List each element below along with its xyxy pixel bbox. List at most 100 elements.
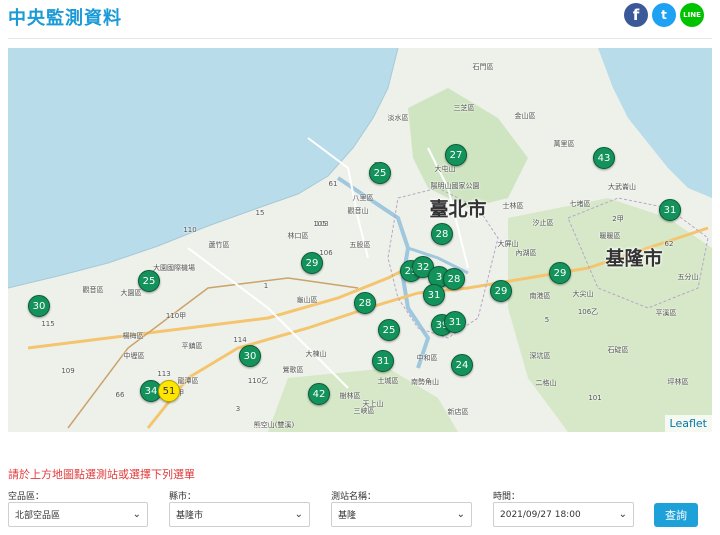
title-divider <box>8 38 712 39</box>
station-marker[interactable]: 43 <box>593 147 615 169</box>
district-label: 龍潭區 <box>177 377 199 385</box>
time-label: 時間： <box>493 492 521 502</box>
district-label: 楊梅區 <box>122 332 144 340</box>
station-marker[interactable]: 25 <box>138 270 160 292</box>
station-label: 測站名稱： <box>331 492 377 502</box>
district-label: 土城區 <box>377 377 399 385</box>
district-label: 大園區 <box>120 289 142 297</box>
page-title: 中央監測資料 <box>8 8 122 29</box>
city-label: 縣市： <box>169 492 197 502</box>
route-label: 5 <box>544 316 550 324</box>
station-select-value: 基隆 <box>338 511 357 521</box>
station-marker[interactable]: 29 <box>549 262 571 284</box>
district-label: 萬里區 <box>553 140 575 148</box>
station-marker[interactable]: 29 <box>301 252 323 274</box>
station-marker[interactable]: 30 <box>28 295 50 317</box>
instruction-text: 請於上方地圖點選測站或選擇下列選單 <box>8 468 195 481</box>
district-label: 南港區 <box>529 292 551 300</box>
station-marker[interactable]: 42 <box>308 383 330 405</box>
station-marker[interactable]: 27 <box>445 144 467 166</box>
district-label: 八里區 <box>352 194 374 202</box>
route-label: 2甲 <box>612 215 624 223</box>
route-label: 110乙 <box>247 377 269 385</box>
twitter-share-icon[interactable]: t <box>652 3 676 27</box>
route-label: 109 <box>61 367 75 375</box>
district-label: 內湖區 <box>515 249 537 257</box>
district-label: 觀音區 <box>82 286 104 294</box>
chevron-down-icon: ⌄ <box>132 509 141 520</box>
district-label: 蘆竹區 <box>208 241 230 249</box>
district-label: 石門區 <box>472 63 494 71</box>
district-label: 中和區 <box>416 354 438 362</box>
station-marker[interactable]: 31 <box>659 199 681 221</box>
district-label: 汐止區 <box>532 219 554 227</box>
district-label: 二格山 <box>535 379 557 387</box>
station-marker[interactable]: 29 <box>490 280 512 302</box>
district-label: 大尖山 <box>572 290 594 298</box>
route-label: 105 <box>313 220 327 228</box>
route-label: 101 <box>588 394 602 402</box>
district-label: 士林區 <box>502 202 524 210</box>
district-label: 五股區 <box>349 241 371 249</box>
district-label: 新店區 <box>447 408 469 416</box>
route-label: 61 <box>328 180 338 188</box>
route-label: 62 <box>664 240 674 248</box>
city-label-taipei: 臺北市 <box>429 198 487 221</box>
route-label: 1 <box>263 282 269 290</box>
map-attribution[interactable]: Leaflet <box>664 415 712 432</box>
district-label: 平鎮區 <box>181 342 203 350</box>
region-label: 空品區： <box>8 492 45 502</box>
station-marker[interactable]: 25 <box>378 319 400 341</box>
district-label: 七堵區 <box>569 200 591 208</box>
chevron-down-icon: ⌄ <box>294 509 303 520</box>
line-share-icon[interactable]: LINE <box>680 3 704 27</box>
district-label: 石碇區 <box>607 346 629 354</box>
district-label: 金山區 <box>514 112 536 120</box>
route-label: 3 <box>235 405 241 413</box>
route-label: 66 <box>115 391 125 399</box>
route-label: 115 <box>41 320 55 328</box>
region-select-value: 北部空品區 <box>15 511 61 521</box>
route-label: 113 <box>157 370 171 378</box>
district-label: 南勢角山 <box>411 378 439 386</box>
query-button[interactable]: 查詢 <box>654 503 698 527</box>
route-label: 110甲 <box>165 312 187 320</box>
district-label: 深坑區 <box>529 352 551 360</box>
chevron-down-icon: ⌄ <box>618 509 627 520</box>
district-label: 樹林區 <box>339 392 361 400</box>
station-marker[interactable]: 31 <box>444 311 466 333</box>
route-label: 15 <box>255 209 265 217</box>
city-label-keelung: 基隆市 <box>605 247 663 270</box>
district-label: 中壢區 <box>123 352 145 360</box>
station-marker[interactable]: 31 <box>423 284 445 306</box>
station-marker[interactable]: 28 <box>443 268 465 290</box>
facebook-share-icon[interactable]: f <box>624 3 648 27</box>
route-label: 106乙 <box>577 308 599 316</box>
district-label: 龜山區 <box>296 296 318 304</box>
district-label: 陽明山國家公園 <box>430 182 480 190</box>
district-label: 林口區 <box>287 232 309 240</box>
station-marker[interactable]: 25 <box>369 162 391 184</box>
district-label: 觀音山 <box>347 207 369 215</box>
city-select[interactable]: 基隆市 ⌄ <box>169 502 310 527</box>
district-label: 暖暖區 <box>599 232 621 240</box>
route-label: 114 <box>233 336 247 344</box>
district-label: 平溪區 <box>655 309 677 317</box>
station-marker[interactable]: 28 <box>354 292 376 314</box>
region-select[interactable]: 北部空品區 ⌄ <box>8 502 148 527</box>
station-marker[interactable]: 28 <box>431 223 453 245</box>
route-label: 110 <box>183 226 197 234</box>
route-label: 106 <box>319 249 333 257</box>
station-map[interactable]: 臺北市 基隆市 石門區 三芝區 金山區 淡水區 萬里區 大屯山 陽明山國家公園 … <box>8 48 712 432</box>
time-select-value: 2021/09/27 18:00 <box>500 509 581 520</box>
station-marker[interactable]: 24 <box>451 354 473 376</box>
station-select[interactable]: 基隆 ⌄ <box>331 502 472 527</box>
district-label: 大武崙山 <box>608 183 636 191</box>
station-marker[interactable]: 31 <box>372 350 394 372</box>
district-label: 天上山 <box>362 400 384 408</box>
time-select[interactable]: 2021/09/27 18:00 ⌄ <box>493 502 634 527</box>
city-select-value: 基隆市 <box>176 511 204 521</box>
station-marker[interactable]: 30 <box>239 345 261 367</box>
station-marker[interactable]: 51 <box>158 380 180 402</box>
chevron-down-icon: ⌄ <box>456 509 465 520</box>
